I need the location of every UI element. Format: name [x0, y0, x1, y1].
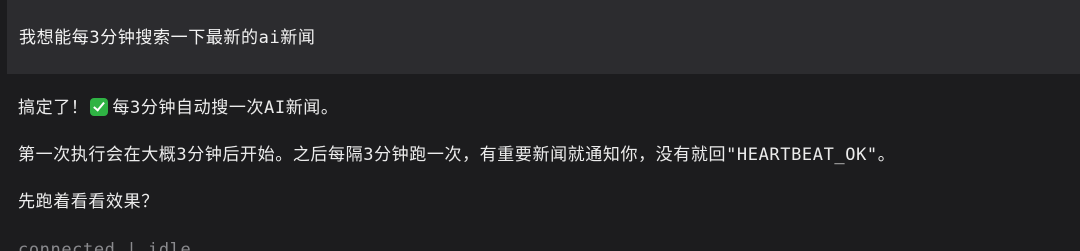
reply-line-1-prefix: 搞定了！	[18, 98, 89, 118]
user-message-bubble: 我想能每3分钟搜索一下最新的ai新闻	[7, 0, 1080, 74]
assistant-reply: 搞定了！ 每3分钟自动搜一次AI新闻。 第一次执行会在大概3分钟后开始。之后每隔3…	[18, 96, 1080, 214]
check-mark-icon	[90, 98, 109, 116]
reply-paragraph-2: 第一次执行会在大概3分钟后开始。之后每隔3分钟跑一次，有重要新闻就通知你，没有就…	[18, 145, 896, 165]
user-message-text: 我想能每3分钟搜索一下最新的ai新闻	[19, 28, 316, 48]
reply-line-1: 搞定了！ 每3分钟自动搜一次AI新闻。	[18, 96, 1080, 120]
reply-line-1-suffix: 每3分钟自动搜一次AI新闻。	[112, 98, 339, 118]
connection-status: connected | idle	[18, 240, 192, 251]
reply-paragraph-3: 先跑着看看效果？	[18, 192, 159, 212]
